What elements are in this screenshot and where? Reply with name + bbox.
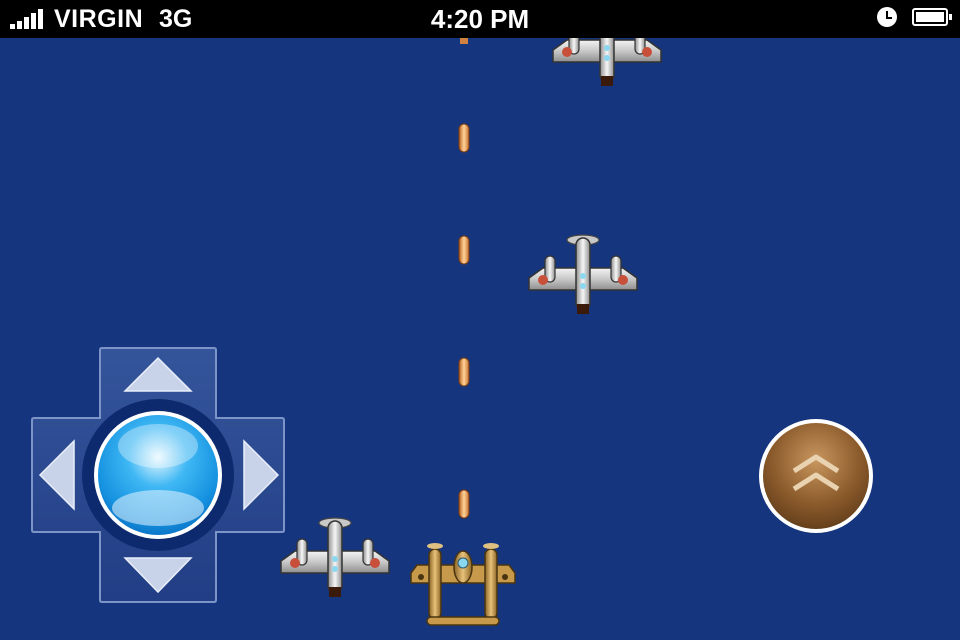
- enemy-plane-top: [552, 38, 662, 87]
- player-bullet: [458, 235, 470, 265]
- player-bullet: [458, 357, 470, 387]
- game-screen: VIRGIN 3G 4:20 PM: [0, 0, 960, 640]
- status-time: 4:20 PM: [430, 4, 530, 34]
- dpad-center-knob[interactable]: [82, 399, 234, 551]
- enemy-plane-middle: [528, 234, 638, 315]
- fire-button[interactable]: [757, 417, 875, 535]
- status-bar: VIRGIN 3G 4:20 PM: [0, 0, 960, 38]
- player-bullet-partial: [460, 38, 468, 44]
- battery-icon: [912, 8, 952, 26]
- player-bullet: [458, 489, 470, 519]
- player-plane: [410, 542, 516, 626]
- player-bullet: [458, 123, 470, 153]
- clock-icon: [877, 7, 897, 27]
- dpad[interactable]: [18, 336, 300, 614]
